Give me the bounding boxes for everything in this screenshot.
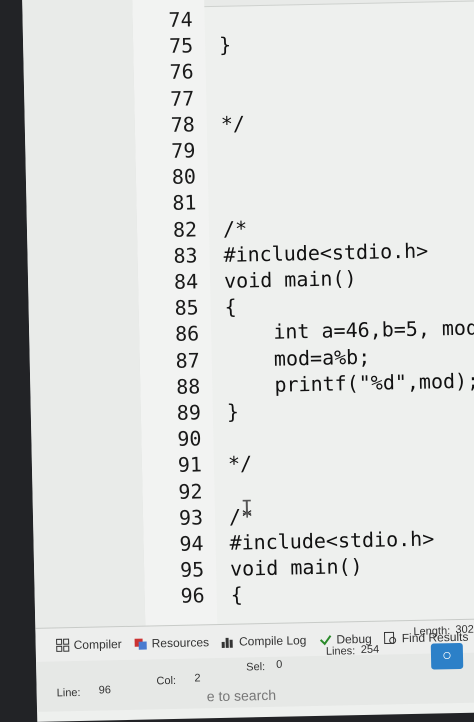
text-cursor: I (240, 495, 254, 520)
code-text: /* (222, 215, 248, 241)
code-text: */ (220, 111, 246, 136)
code-text: } (226, 399, 240, 424)
line-number: 90 (177, 426, 202, 452)
grid-icon (56, 638, 70, 652)
action-button[interactable]: ○ (430, 642, 464, 670)
code-text: void main() (229, 554, 363, 581)
code-text: #include<stdio.h> (223, 238, 429, 267)
tab-resources-label: Resources (151, 635, 210, 651)
line-number: 76 (169, 59, 194, 85)
code-text: { (230, 582, 243, 608)
status-sel-value: 0 (276, 658, 283, 671)
line-number: 94 (179, 531, 204, 556)
code-text: */ (227, 451, 253, 477)
line-number: 74 (168, 7, 193, 32)
line-number: 79 (171, 138, 196, 163)
code-text: void main() (223, 266, 357, 293)
resources-icon (134, 638, 147, 650)
code-text: mod=a%b; (225, 344, 371, 372)
status-sel-label: Sel: (246, 661, 266, 674)
line-number: 89 (176, 400, 202, 425)
status-lines-value: 254 (360, 643, 380, 657)
tab-compiler[interactable]: Compiler (56, 637, 122, 652)
code-editor[interactable]: 74 75} 76 77 78 */ 79 80 81 82 /* 83 #include<stdio.… (132, 0, 474, 630)
status-col-label: Col: (156, 674, 177, 688)
line-number: 96 (180, 583, 205, 609)
code-text: { (224, 294, 237, 320)
circle-icon: ○ (441, 647, 452, 665)
search-hint: e to search (206, 686, 277, 705)
project-panel (22, 0, 147, 632)
status-line-label: Line: (56, 686, 81, 700)
status-length-label: Length: (413, 625, 451, 638)
line-number: 77 (169, 86, 195, 111)
line-number: 78 (170, 112, 196, 137)
bar-chart-icon (222, 637, 234, 648)
line-number: 80 (171, 164, 197, 190)
status-lines-label: Lines: (325, 645, 356, 658)
tab-compile-log[interactable]: Compile Log (221, 633, 307, 649)
tab-compiler-label: Compiler (73, 637, 122, 653)
tab-compile-log-label: Compile Log (238, 633, 307, 649)
line-number: 83 (173, 243, 198, 268)
line-number: 88 (175, 374, 201, 399)
line-number: 82 (172, 216, 198, 242)
line-number: 75 (168, 33, 194, 59)
status-line-value: 96 (98, 684, 112, 697)
line-number: 91 (177, 452, 203, 478)
status-length-value: 3029 (455, 623, 474, 637)
status-col-value: 2 (194, 672, 201, 685)
line-number: 95 (179, 557, 205, 583)
line-number: 87 (175, 347, 200, 373)
code-text: #include<stdio.h> (229, 526, 435, 555)
ide-window: 74 75} 76 77 78 */ 79 80 81 82 /* 83 #include<stdio.… (22, 0, 474, 722)
tab-resources[interactable]: Resources (134, 635, 210, 651)
line-number: 86 (174, 321, 200, 347)
line-number: 81 (172, 190, 197, 216)
code-text: } (218, 32, 232, 58)
find-icon (384, 631, 397, 645)
line-number: 92 (178, 478, 203, 504)
line-number: 85 (174, 295, 199, 321)
line-number: 84 (173, 269, 199, 294)
line-number: 93 (178, 505, 204, 530)
